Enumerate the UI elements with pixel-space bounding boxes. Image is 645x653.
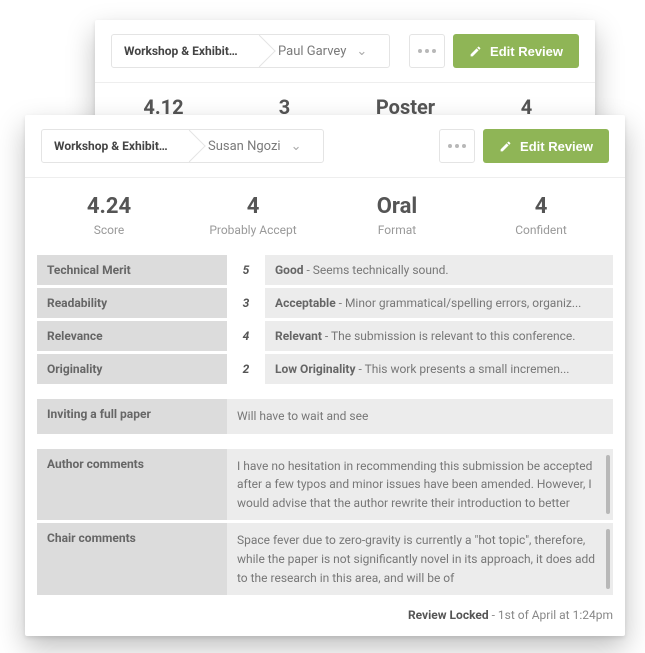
chevron-down-icon: ⌄	[356, 44, 367, 59]
chair-comments-body[interactable]: Space fever due to zero-gravity is curre…	[227, 523, 613, 595]
edit-review-button[interactable]: Edit Review	[483, 129, 609, 163]
reviewer-select[interactable]: Susan Ngozi ⌄	[202, 139, 323, 154]
stat-score: 4.24 Score	[37, 194, 181, 237]
edit-button-label: Edit Review	[520, 139, 593, 154]
review-card-front: Workshop & Exhibitor... Susan Ngozi ⌄ Ed…	[25, 115, 625, 636]
review-locked-status: Review Locked - 1st of April at 1:24pm	[25, 598, 625, 636]
criteria-label: Originality	[37, 354, 227, 384]
criteria-score: 3	[229, 288, 263, 318]
criteria-desc: Relevant - The submission is relevant to…	[265, 321, 613, 351]
stats-row: 4.24 Score 4 Probably Accept Oral Format…	[25, 178, 625, 255]
short-answer-row: Inviting a full paper Will have to wait …	[37, 399, 613, 434]
more-options-button[interactable]	[409, 34, 445, 68]
breadcrumb-section[interactable]: Workshop & Exhibitor...	[112, 44, 252, 58]
stat-recommendation: 4 Probably Accept	[181, 194, 325, 237]
stat-format: Oral Format	[325, 194, 469, 237]
criteria-score: 5	[229, 255, 263, 285]
pencil-icon	[499, 140, 512, 153]
criteria-desc: Low Originality - This work presents a s…	[265, 354, 613, 384]
author-comments-body[interactable]: I have no hesitation in recommending thi…	[227, 449, 613, 521]
more-options-button[interactable]	[439, 129, 475, 163]
criteria-row: Relevance 4 Relevant - The submission is…	[37, 321, 613, 351]
reviewer-name: Paul Garvey	[278, 44, 346, 59]
criteria-section: Technical Merit 5 Good - Seems technical…	[25, 255, 625, 595]
criteria-label: Technical Merit	[37, 255, 227, 285]
chevron-down-icon: ⌄	[291, 139, 302, 154]
author-comments-row: Author comments I have no hesitation in …	[37, 449, 613, 521]
criteria-score: 4	[229, 321, 263, 351]
reviewer-name: Susan Ngozi	[208, 139, 281, 154]
edit-button-label: Edit Review	[490, 44, 563, 59]
scrollbar[interactable]	[606, 455, 610, 515]
edit-review-button[interactable]: Edit Review	[453, 34, 579, 68]
criteria-row: Technical Merit 5 Good - Seems technical…	[37, 255, 613, 285]
reviewer-select[interactable]: Paul Garvey ⌄	[272, 44, 389, 59]
pencil-icon	[469, 45, 482, 58]
stat-confidence: 4 Confident	[469, 194, 613, 237]
criteria-desc: Acceptable - Minor grammatical/spelling …	[265, 288, 613, 318]
criteria-row: Readability 3 Acceptable - Minor grammat…	[37, 288, 613, 318]
short-answer-body: Will have to wait and see	[227, 399, 613, 434]
scrollbar[interactable]	[606, 529, 610, 589]
breadcrumb-section[interactable]: Workshop & Exhibitor...	[42, 139, 182, 153]
chair-comments-row: Chair comments Space fever due to zero-g…	[37, 523, 613, 595]
criteria-label: Relevance	[37, 321, 227, 351]
card-header: Workshop & Exhibitor... Susan Ngozi ⌄ Ed…	[25, 115, 625, 178]
card-header: Workshop & Exhibitor... Paul Garvey ⌄ Ed…	[95, 20, 595, 83]
short-answer-label: Inviting a full paper	[37, 399, 227, 434]
criteria-desc: Good - Seems technically sound.	[265, 255, 613, 285]
breadcrumb[interactable]: Workshop & Exhibitor... Paul Garvey ⌄	[111, 34, 390, 68]
author-comments-label: Author comments	[37, 449, 227, 521]
criteria-score: 2	[229, 354, 263, 384]
chevron-right-icon	[252, 34, 272, 68]
breadcrumb[interactable]: Workshop & Exhibitor... Susan Ngozi ⌄	[41, 129, 324, 163]
chevron-right-icon	[182, 129, 202, 163]
chair-comments-label: Chair comments	[37, 523, 227, 595]
criteria-label: Readability	[37, 288, 227, 318]
criteria-row: Originality 2 Low Originality - This wor…	[37, 354, 613, 384]
